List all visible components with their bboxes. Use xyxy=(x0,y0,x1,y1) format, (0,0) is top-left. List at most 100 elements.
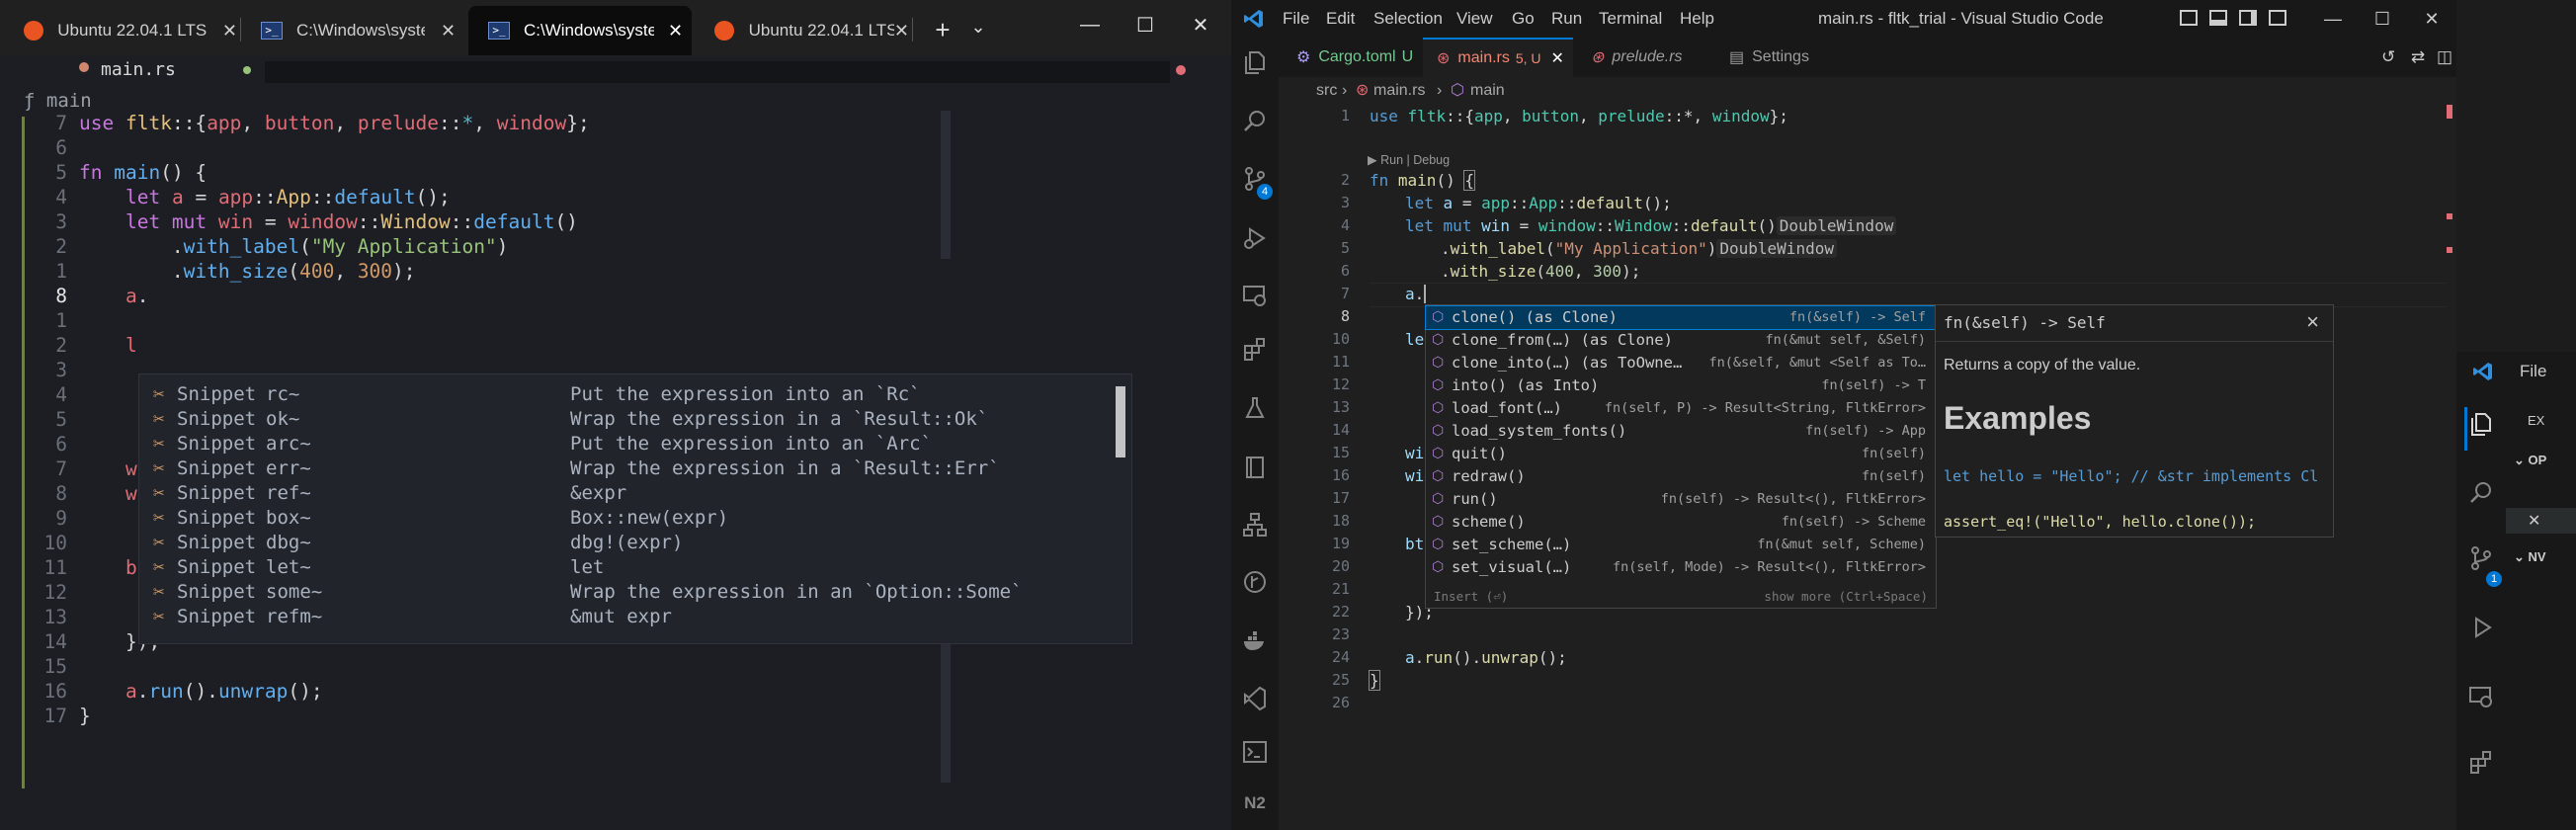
extensions-icon[interactable] xyxy=(2468,749,2494,780)
suggestion-item[interactable]: ⬡ load_font(…) fn(self, P) -> Result<Strin… xyxy=(1426,397,1936,420)
maximize-button[interactable]: ☐ xyxy=(2358,0,2407,38)
completion-item[interactable]: ✂ Snippet err~ Wrap the expression in a `Re… xyxy=(139,456,1118,481)
search-icon[interactable] xyxy=(1231,99,1279,144)
menu-file[interactable]: File xyxy=(1283,0,1309,38)
terminal-icon[interactable] xyxy=(1231,729,1279,775)
completion-item[interactable]: ✂ Snippet arc~ Put the expression into an `… xyxy=(139,432,1118,456)
tab-settings[interactable]: ▤ Settings xyxy=(1711,38,1830,77)
buffer-name[interactable]: main.rs xyxy=(101,59,176,80)
suggestion-item[interactable]: ⬡ load_system_fonts() fn(self) -> App xyxy=(1426,420,1936,443)
settings-file-icon: ⚙ xyxy=(1296,49,1311,66)
menu-run[interactable]: Run xyxy=(1551,0,1582,38)
tab-prelude-rs[interactable]: ⊛ prelude.rs xyxy=(1573,38,1711,77)
suggestion-item[interactable]: ⬡ run() fn(self) -> Result<(), FltkError> xyxy=(1426,488,1936,511)
hierarchy-icon[interactable] xyxy=(1231,502,1279,547)
show-more-hint[interactable]: show more (Ctrl+Space) xyxy=(1764,589,1928,604)
line-number: 21 xyxy=(1331,580,1350,598)
close-icon[interactable]: ✕ xyxy=(222,21,237,42)
breadcrumb-src[interactable]: src xyxy=(1316,77,1337,105)
suggestion-detail: fn(self) xyxy=(1861,446,1926,461)
explorer-icon[interactable] xyxy=(1231,40,1279,85)
remote-explorer-icon[interactable] xyxy=(1231,273,1279,318)
maximize-button[interactable]: ☐ xyxy=(1115,0,1176,49)
close-icon[interactable]: ✕ xyxy=(441,21,456,42)
remote-explorer-icon[interactable] xyxy=(2468,684,2494,714)
suggestion-item[interactable]: ⬡ clone() (as Clone) fn(&self) -> Self xyxy=(1425,305,1937,330)
breadcrumb-file[interactable]: main.rs xyxy=(1373,77,1425,105)
tab-dropdown-button[interactable]: ⌄ xyxy=(966,12,990,47)
suggestion-item[interactable]: ⬡ into() (as Into) fn(self) -> T xyxy=(1426,374,1936,397)
menu-terminal[interactable]: Terminal xyxy=(1599,0,1662,38)
split-editor-icon[interactable]: ◫ xyxy=(2437,47,2452,67)
git-graph-icon[interactable] xyxy=(1231,559,1279,605)
terminal-tab-ubuntu-2[interactable]: Ubuntu 22.04.1 LTS ✕ xyxy=(694,6,909,55)
n2-extension-icon[interactable]: N2 xyxy=(1231,781,1279,826)
extensions-icon[interactable] xyxy=(1231,326,1279,372)
neovim-editor[interactable]: main.rs ƒ main 7 use fltk::{app, button, … xyxy=(0,55,1231,830)
terminal-tab-ubuntu-1[interactable]: Ubuntu 22.04.1 LTS ✕ xyxy=(4,6,237,55)
suggestion-item[interactable]: ⬡ quit() fn(self) xyxy=(1426,443,1936,465)
close-icon[interactable]: ✕ xyxy=(1551,48,1564,68)
testing-icon[interactable] xyxy=(1231,385,1279,431)
run-debug-icon[interactable] xyxy=(2468,615,2494,645)
completion-item[interactable]: ✂ Snippet rc~ Put the expression into an `R… xyxy=(139,382,1118,407)
toggle-panel-icon[interactable] xyxy=(2209,10,2227,26)
minimize-button[interactable]: — xyxy=(2308,0,2358,38)
notebook-icon[interactable] xyxy=(1231,445,1279,490)
menu-help[interactable]: Help xyxy=(1680,0,1714,38)
menu-file[interactable]: File xyxy=(2520,362,2546,381)
completion-popup[interactable]: ✂ Snippet rc~ Put the expression into an `R… xyxy=(138,374,1132,644)
close-icon[interactable]: ✕ xyxy=(668,21,683,42)
close-icon[interactable]: ✕ xyxy=(894,21,909,42)
completion-description: Wrap the expression in a `Result::Err` xyxy=(570,457,1000,479)
menu-view[interactable]: View xyxy=(1456,0,1493,38)
timeline-icon[interactable]: ↺ xyxy=(2381,47,2395,67)
terminal-tab-powershell-2[interactable]: >_ C:\Windows\system ✕ xyxy=(468,6,692,55)
explorer-icon[interactable] xyxy=(2468,411,2494,442)
completion-item[interactable]: ✂ Snippet some~ Wrap the expression in an `… xyxy=(139,580,1118,605)
close-icon[interactable]: × xyxy=(2306,309,2319,335)
menu-go[interactable]: Go xyxy=(1512,0,1535,38)
completion-item[interactable]: ✂ Snippet dbg~ dbg!(expr) xyxy=(139,531,1118,555)
suggestion-item[interactable]: ⬡ set_visual(…) fn(self, Mode) -> Result<(… xyxy=(1426,556,1936,579)
workspace-header[interactable]: ⌄ NV xyxy=(2514,549,2546,565)
completion-item[interactable]: ✂ Snippet ok~ Wrap the expression in a `Res… xyxy=(139,407,1118,432)
completion-description: Wrap the expression in a `Result::Ok` xyxy=(570,408,989,430)
tab-label: Settings xyxy=(1752,48,1809,65)
docker-icon[interactable] xyxy=(1231,619,1279,664)
terminal-tab-powershell-1[interactable]: >_ C:\Windows\system ✕ xyxy=(241,6,470,55)
search-icon[interactable] xyxy=(2468,480,2494,511)
close-window-button[interactable]: ✕ xyxy=(2407,0,2456,38)
run-debug-icon[interactable] xyxy=(1231,215,1279,261)
tab-cargo-toml[interactable]: ⚙ Cargo.toml U xyxy=(1279,38,1423,77)
completion-name: refm~ xyxy=(266,606,323,627)
completion-item[interactable]: ✂ Snippet box~ Box::new(expr) xyxy=(139,506,1118,531)
suggestion-widget[interactable]: ⬡ clone() (as Clone) fn(&self) -> Self ⬡ clo… xyxy=(1425,304,1937,609)
open-editor-item[interactable]: ✕ xyxy=(2506,508,2576,534)
breadcrumb-symbol[interactable]: main xyxy=(1470,77,1505,105)
close-window-button[interactable]: ✕ xyxy=(1170,0,1231,49)
menu-edit[interactable]: Edit xyxy=(1326,0,1355,38)
toggle-secondary-sidebar-icon[interactable] xyxy=(2239,10,2257,26)
completion-item[interactable]: ✂ Snippet refm~ &mut expr xyxy=(139,605,1118,629)
explorer-title: EX xyxy=(2528,413,2545,428)
open-editors-header[interactable]: ⌄ OP xyxy=(2514,453,2546,468)
toggle-sidebar-icon[interactable] xyxy=(2180,10,2198,26)
compare-icon[interactable]: ⇄ xyxy=(2411,47,2425,67)
menu-selection[interactable]: Selection xyxy=(1373,0,1443,38)
method-icon: ⬡ xyxy=(1432,514,1445,530)
suggestion-item[interactable]: ⬡ scheme() fn(self) -> Scheme xyxy=(1426,511,1936,534)
popup-scrollbar[interactable] xyxy=(1116,386,1125,457)
completion-item[interactable]: ✂ Snippet let~ let xyxy=(139,555,1118,580)
tab-main-rs[interactable]: ⊛ main.rs 5, U ✕ xyxy=(1423,38,1573,77)
close-icon[interactable]: ✕ xyxy=(2528,511,2540,531)
customize-layout-icon[interactable] xyxy=(2269,10,2286,26)
suggestion-item[interactable]: ⬡ redraw() fn(self) xyxy=(1426,465,1936,488)
new-tab-button[interactable]: + xyxy=(929,12,956,47)
completion-item[interactable]: ✂ Snippet ref~ &expr xyxy=(139,481,1118,506)
suggestion-item[interactable]: ⬡ clone_from(…) (as Clone) fn(&mut self, &… xyxy=(1426,329,1936,352)
suggestion-item[interactable]: ⬡ set_scheme(…) fn(&mut self, Scheme) xyxy=(1426,534,1936,556)
visual-studio-icon[interactable] xyxy=(1231,676,1279,721)
minimize-button[interactable]: — xyxy=(1059,0,1121,49)
suggestion-item[interactable]: ⬡ clone_into(…) (as ToOwne… fn(&self, &mut… xyxy=(1426,352,1936,374)
